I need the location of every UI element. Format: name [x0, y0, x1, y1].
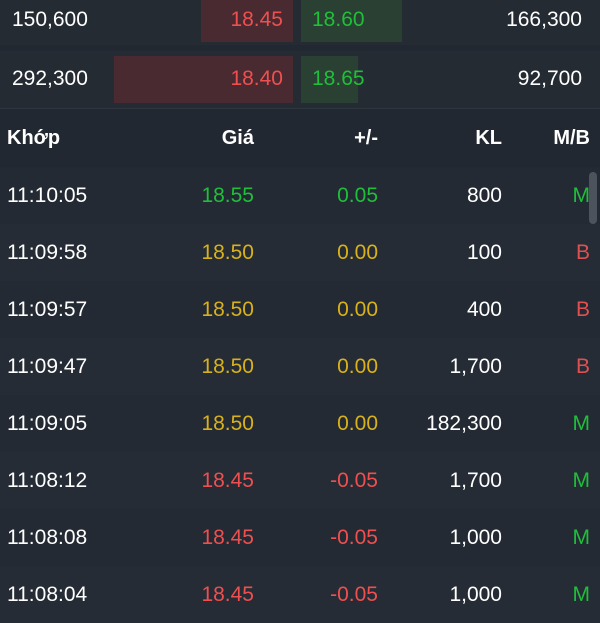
trade-time: 11:09:05 — [7, 412, 88, 435]
bid-price[interactable]: 18.40 — [201, 67, 283, 91]
ask-price[interactable]: 18.65 — [312, 67, 365, 91]
trade-change: 0.00 — [337, 355, 378, 378]
trade-time: 11:09:58 — [7, 241, 88, 264]
ask-volume: 92,700 — [517, 67, 582, 90]
trade-change: 0.00 — [337, 241, 378, 264]
bid-price[interactable]: 18.45 — [201, 8, 283, 32]
trade-time: 11:08:12 — [7, 469, 88, 492]
trade-price: 18.50 — [201, 412, 254, 435]
trade-side: M — [572, 469, 591, 492]
trade-time: 11:09:47 — [7, 355, 88, 378]
trade-row[interactable]: 11:08:12 18.45 -0.05 1,700 M — [0, 452, 600, 509]
trade-change: -0.05 — [330, 469, 378, 492]
scrollbar-thumb[interactable] — [589, 172, 597, 224]
volume-column-header[interactable]: KL — [475, 127, 502, 150]
trade-time: 11:08:08 — [7, 526, 88, 549]
trade-volume: 1,000 — [449, 526, 502, 549]
trade-change: 0.05 — [337, 184, 378, 207]
trade-row[interactable]: 11:09:05 18.50 0.00 182,300 M — [0, 395, 600, 452]
trade-price: 18.55 — [201, 184, 254, 207]
trade-change: -0.05 — [330, 583, 378, 606]
trade-price: 18.50 — [201, 355, 254, 378]
trade-row[interactable]: 11:10:05 18.55 0.05 800 M — [0, 167, 600, 224]
trade-history-header: Khớp Giá +/- KL M/B — [0, 110, 600, 164]
trade-volume: 100 — [466, 241, 502, 264]
time-column-header[interactable]: Khớp — [7, 127, 60, 150]
trade-time: 11:10:05 — [7, 184, 88, 207]
trade-row[interactable]: 11:09:57 18.50 0.00 400 B — [0, 281, 600, 338]
trade-change: -0.05 — [330, 526, 378, 549]
trade-price: 18.45 — [201, 583, 254, 606]
order-book-row[interactable]: 292,300 18.40 18.65 92,700 — [0, 51, 600, 109]
trade-row[interactable]: 11:09:47 18.50 0.00 1,700 B — [0, 338, 600, 395]
trade-time: 11:09:57 — [7, 298, 88, 321]
trade-volume: 1,000 — [449, 583, 502, 606]
trade-change: 0.00 — [337, 298, 378, 321]
trade-volume: 182,300 — [426, 412, 502, 435]
trade-volume: 800 — [466, 184, 502, 207]
trade-price: 18.45 — [201, 469, 254, 492]
side-column-header[interactable]: M/B — [553, 127, 590, 150]
trade-row[interactable]: 11:08:08 18.45 -0.05 1,000 M — [0, 509, 600, 566]
trade-price: 18.50 — [201, 241, 254, 264]
trade-side: M — [572, 412, 591, 435]
order-book-row[interactable]: 150,600 18.45 18.60 166,300 — [0, 0, 600, 45]
trade-side: M — [572, 526, 591, 549]
trade-side: B — [575, 355, 590, 378]
ask-price[interactable]: 18.60 — [312, 8, 365, 32]
trade-row[interactable]: 11:08:04 18.45 -0.05 1,000 M — [0, 566, 600, 623]
trade-time: 11:08:04 — [7, 583, 88, 606]
trade-change: 0.00 — [337, 412, 378, 435]
trade-row[interactable]: 11:09:58 18.50 0.00 100 B — [0, 224, 600, 281]
trade-side: M — [572, 583, 591, 606]
trade-price: 18.45 — [201, 526, 254, 549]
trade-volume: 400 — [466, 298, 502, 321]
trade-side: B — [575, 241, 590, 264]
trade-side: B — [575, 298, 590, 321]
trade-side: M — [572, 184, 591, 207]
trade-volume: 1,700 — [449, 469, 502, 492]
ask-volume: 166,300 — [506, 8, 582, 31]
price-column-header[interactable]: Giá — [222, 127, 254, 150]
trade-volume: 1,700 — [449, 355, 502, 378]
bid-volume: 150,600 — [12, 8, 88, 31]
trade-price: 18.50 — [201, 298, 254, 321]
bid-volume: 292,300 — [12, 67, 88, 90]
change-column-header[interactable]: +/- — [354, 127, 378, 150]
